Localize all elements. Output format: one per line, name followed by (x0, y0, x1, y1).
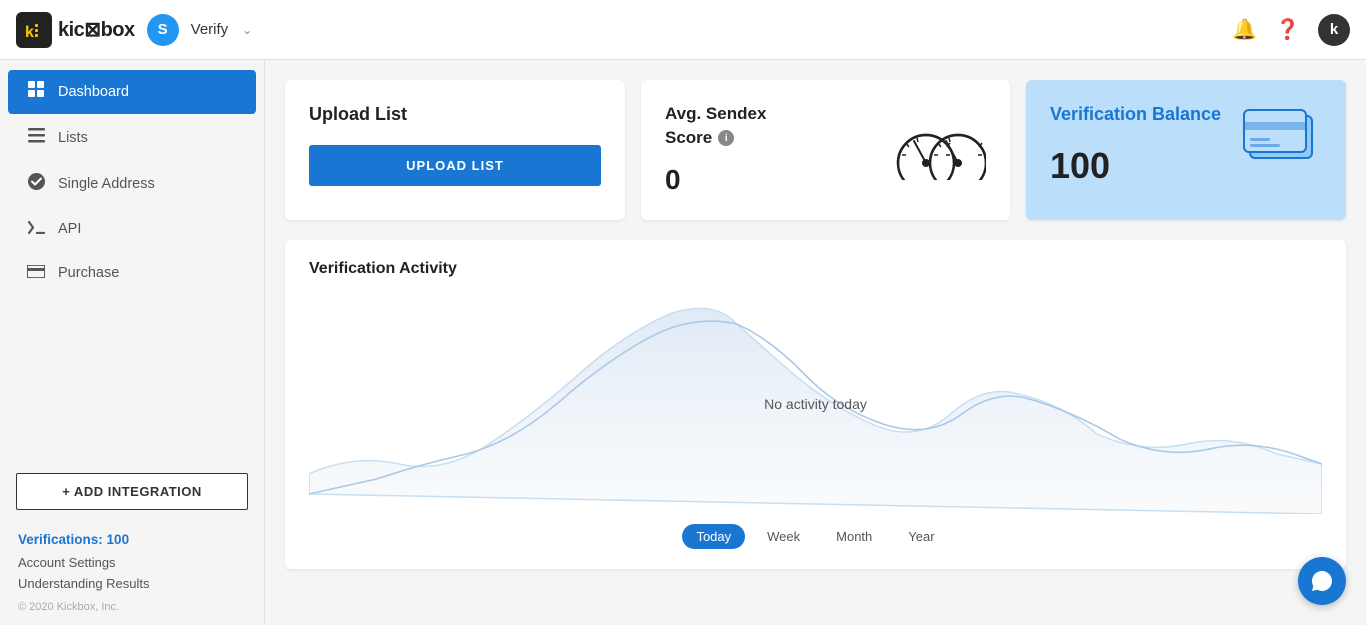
sidebar-item-purchase-label: Purchase (58, 265, 119, 281)
bell-icon[interactable]: 🔔 (1232, 17, 1257, 42)
sidebar-item-single-address-label: Single Address (58, 176, 155, 192)
upload-list-title: Upload List (309, 104, 601, 125)
sidebar-item-single-address[interactable]: Single Address (8, 162, 256, 206)
account-settings-link[interactable]: Account Settings (18, 555, 246, 570)
verifications-count: 100 (107, 532, 130, 547)
help-icon[interactable]: ❓ (1275, 17, 1300, 42)
chart-area: No activity today (309, 294, 1322, 514)
understanding-results-link[interactable]: Understanding Results (18, 576, 246, 591)
no-activity-text: No activity today (764, 396, 867, 412)
sendex-left: Avg. Sendex Score i 0 (665, 104, 766, 196)
upload-list-button[interactable]: UPLOAD LIST (309, 145, 601, 186)
time-filter-today[interactable]: Today (682, 524, 745, 549)
gauge-graphic (896, 115, 986, 185)
purchase-icon (26, 263, 46, 283)
layout: Dashboard Lists Single Address (0, 60, 1366, 625)
activity-card: Verification Activity No activity today (285, 240, 1346, 569)
svg-text:k: k (25, 24, 34, 41)
logo: k kic⊠box (16, 12, 135, 48)
upload-list-card: Upload List UPLOAD LIST (285, 80, 625, 220)
logo-text: kic⊠box (58, 17, 135, 42)
sendex-score: 0 (665, 164, 766, 196)
sidebar: Dashboard Lists Single Address (0, 60, 265, 625)
time-filter-month[interactable]: Month (822, 524, 886, 549)
activity-title: Verification Activity (309, 260, 1322, 278)
sidebar-item-api[interactable]: API (8, 208, 256, 250)
logo-icon: k (16, 12, 52, 48)
lists-icon (26, 127, 46, 149)
add-integration-button[interactable]: + ADD INTEGRATION (16, 473, 248, 510)
time-filter-year[interactable]: Year (894, 524, 948, 549)
sendex-card: Avg. Sendex Score i 0 (641, 80, 1010, 220)
balance-left: Verification Balance 100 (1050, 104, 1221, 187)
copyright-text: © 2020 Kickbox, Inc. (18, 601, 246, 613)
time-filter-week[interactable]: Week (753, 524, 814, 549)
chat-bubble-button[interactable] (1298, 557, 1346, 605)
verifications-label: Verifications: 100 (18, 532, 246, 547)
balance-title: Verification Balance (1050, 104, 1221, 125)
workspace-chevron-icon[interactable]: ⌄ (242, 23, 252, 37)
sidebar-item-dashboard[interactable]: Dashboard (8, 70, 256, 114)
workspace-badge: S (147, 14, 179, 46)
topnav-left: k kic⊠box S Verify ⌄ (16, 12, 252, 48)
sidebar-footer: Verifications: 100 Account Settings Unde… (0, 520, 264, 625)
balance-icon (1242, 104, 1322, 169)
balance-amount: 100 (1050, 145, 1221, 187)
sidebar-item-dashboard-label: Dashboard (58, 84, 129, 100)
sidebar-nav: Dashboard Lists Single Address (0, 68, 264, 463)
sendex-title-line1: Avg. Sendex (665, 104, 766, 124)
dashboard-icon (26, 81, 46, 103)
main-content: Upload List UPLOAD LIST Avg. Sendex Scor… (265, 60, 1366, 625)
single-address-icon (26, 173, 46, 195)
sidebar-item-purchase[interactable]: Purchase (8, 252, 256, 294)
balance-card: Verification Balance 100 (1026, 80, 1346, 220)
topnav: k kic⊠box S Verify ⌄ 🔔 ❓ k (0, 0, 1366, 60)
api-icon (26, 219, 46, 239)
info-icon[interactable]: i (718, 130, 734, 146)
time-filter: Today Week Month Year (309, 524, 1322, 549)
sendex-title-line2: Score i (665, 128, 766, 148)
balance-inner: Verification Balance 100 (1050, 104, 1322, 187)
sidebar-item-lists[interactable]: Lists (8, 116, 256, 160)
workspace-name: Verify (191, 21, 229, 38)
cards-row: Upload List UPLOAD LIST Avg. Sendex Scor… (285, 80, 1346, 220)
sidebar-item-api-label: API (58, 221, 81, 237)
sendex-inner: Avg. Sendex Score i 0 (665, 104, 986, 196)
sidebar-item-lists-label: Lists (58, 130, 88, 146)
user-avatar[interactable]: k (1318, 14, 1350, 46)
topnav-right: 🔔 ❓ k (1232, 14, 1350, 46)
